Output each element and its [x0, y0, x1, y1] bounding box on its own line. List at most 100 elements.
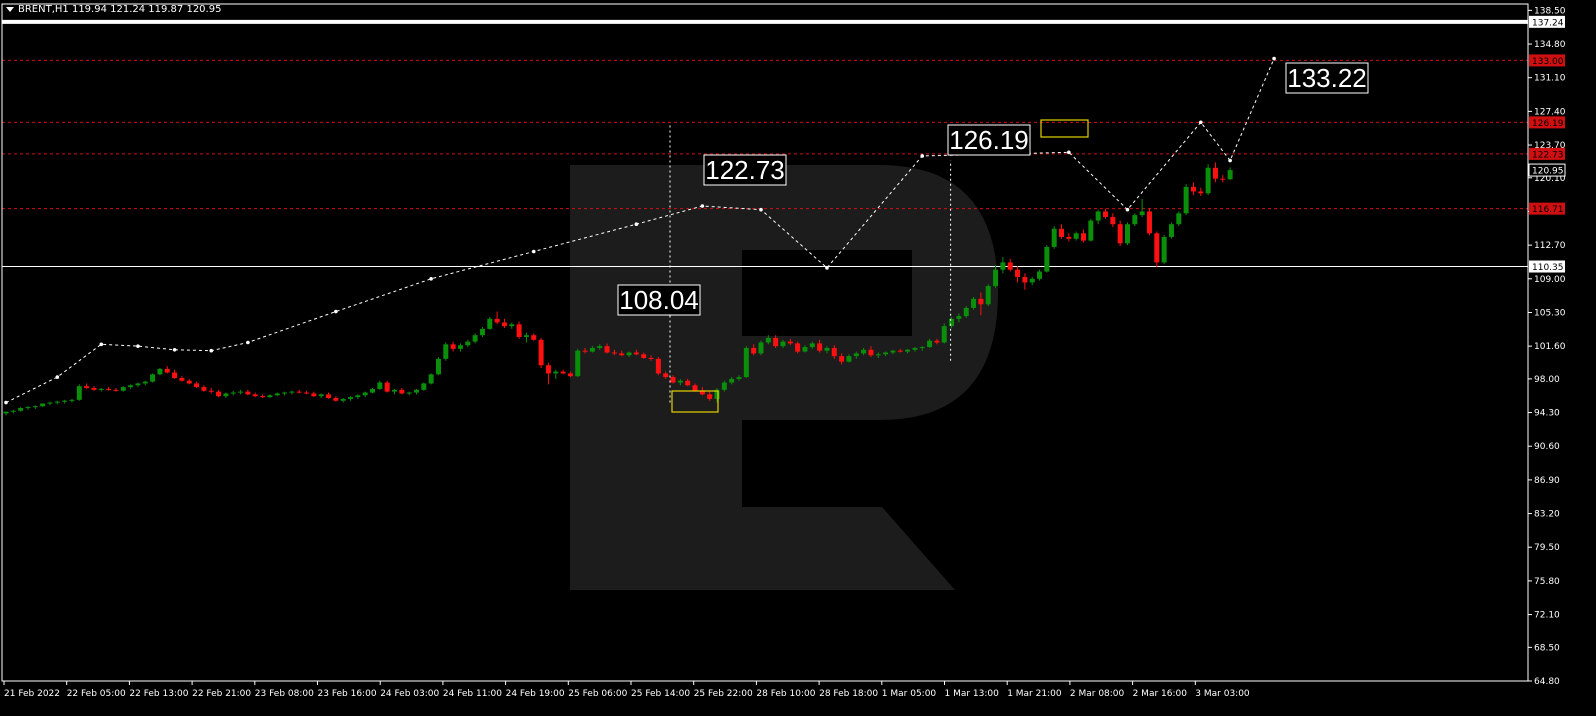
candle-body — [318, 394, 324, 397]
candle-body — [971, 298, 977, 308]
price-chart: 133.22 126.19 122.73 108.04 138.50 134.80 131… — [1, 3, 1566, 699]
candle-body — [186, 380, 192, 384]
candle-body — [817, 343, 823, 351]
candle-body — [457, 345, 463, 349]
candle-body — [538, 339, 544, 366]
candle-body — [905, 349, 911, 352]
candle-body — [531, 335, 537, 340]
candle-body — [949, 318, 955, 327]
candle-body — [406, 392, 412, 394]
candle-body — [509, 324, 515, 327]
candle-body — [1110, 216, 1116, 225]
candle-body — [1198, 191, 1204, 194]
projection-point — [99, 342, 104, 347]
projection-point — [531, 249, 536, 254]
y-tick-label: 86.90 — [1534, 476, 1560, 486]
candle-body — [98, 388, 104, 390]
candle-body — [1015, 269, 1021, 277]
candle-body — [413, 389, 419, 393]
candle-body — [10, 410, 16, 412]
candle-body — [670, 377, 676, 383]
candle-body — [963, 307, 969, 317]
candle-body — [84, 386, 90, 388]
x-tick-label: 23 Feb 16:00 — [318, 689, 377, 699]
projection-point — [136, 344, 140, 348]
candle-body — [985, 286, 991, 305]
candle-body — [589, 347, 595, 352]
candle-body — [501, 322, 507, 327]
candle-body — [611, 352, 617, 354]
candle-body — [194, 383, 200, 388]
candle-body — [560, 371, 566, 374]
price-label: 116.71 — [1532, 205, 1564, 215]
candle-body — [861, 349, 867, 354]
candle-body — [853, 353, 859, 357]
x-tick-label: 25 Feb 14:00 — [631, 689, 690, 699]
candle-body — [1212, 167, 1218, 179]
y-tick-label: 83.20 — [1534, 510, 1560, 520]
candle-body — [582, 350, 588, 352]
candle-body — [1088, 220, 1094, 241]
candle-body — [912, 347, 918, 350]
annotation-label-3: 108.04 — [619, 285, 699, 315]
x-tick-label: 24 Feb 19:00 — [506, 689, 565, 699]
candle-body — [399, 389, 405, 394]
y-tick-label: 112.70 — [1534, 241, 1566, 251]
candle-body — [150, 374, 156, 382]
projection-point — [920, 154, 925, 158]
y-tick-label: 79.50 — [1534, 543, 1560, 553]
candle-body — [3, 411, 9, 414]
candle-body — [787, 341, 793, 344]
price-axis[interactable]: 138.50134.80131.10127.40123.70120.10116.… — [1528, 6, 1566, 687]
candle-body — [523, 335, 529, 338]
price-label: 133.00 — [1532, 57, 1564, 67]
candle-body — [40, 403, 46, 407]
candle-body — [1044, 246, 1050, 272]
candle-body — [685, 380, 691, 386]
annotation-label-1: 126.19 — [949, 125, 1029, 155]
candle-body — [428, 374, 434, 384]
x-tick-label: 28 Feb 18:00 — [819, 689, 878, 699]
candle-body — [1051, 228, 1057, 247]
projection-point — [334, 309, 338, 314]
candle-body — [1095, 211, 1101, 221]
x-tick-label: 28 Feb 10:00 — [756, 689, 815, 699]
x-tick-label: 22 Feb 13:00 — [129, 689, 188, 699]
candle-body — [91, 387, 97, 390]
candle-body — [648, 357, 654, 359]
y-tick-label: 127.40 — [1534, 107, 1566, 117]
price-label: 110.35 — [1532, 263, 1564, 273]
candle-body — [391, 389, 397, 392]
candle-body — [1037, 271, 1043, 279]
price-label: 137.24 — [1532, 18, 1564, 28]
candle-body — [435, 358, 441, 375]
candle-body — [897, 350, 903, 352]
x-tick-label: 3 Mar 03:00 — [1195, 689, 1250, 699]
candle-body — [1183, 186, 1189, 214]
candle-body — [216, 391, 222, 397]
candle-body — [1220, 178, 1226, 180]
candle-body — [1022, 276, 1028, 283]
candle-body — [575, 350, 581, 377]
candle-body — [282, 392, 288, 394]
candle-body — [545, 365, 551, 374]
x-tick-label: 21 Feb 2022 — [4, 689, 60, 699]
candle-body — [76, 386, 82, 400]
candle-body — [553, 371, 559, 374]
y-tick-label: 98.00 — [1534, 375, 1560, 385]
candle-body — [208, 390, 214, 392]
candle-body — [311, 393, 317, 397]
candle-body — [619, 353, 625, 356]
candle-body — [751, 347, 757, 354]
candle-body — [260, 396, 266, 398]
candle-body — [1117, 224, 1123, 244]
candle-body — [1190, 186, 1196, 192]
candle-body — [758, 342, 764, 354]
candle-body — [252, 394, 258, 397]
time-axis[interactable]: 21 Feb 2022 22 Feb 05:00 22 Feb 13:00 22 Fe… — [3, 681, 1250, 699]
candle-body — [54, 401, 60, 403]
candle-body — [494, 318, 500, 323]
x-tick-label: 24 Feb 03:00 — [380, 689, 439, 699]
candle-body — [1176, 213, 1182, 225]
candle-body — [1000, 262, 1006, 270]
